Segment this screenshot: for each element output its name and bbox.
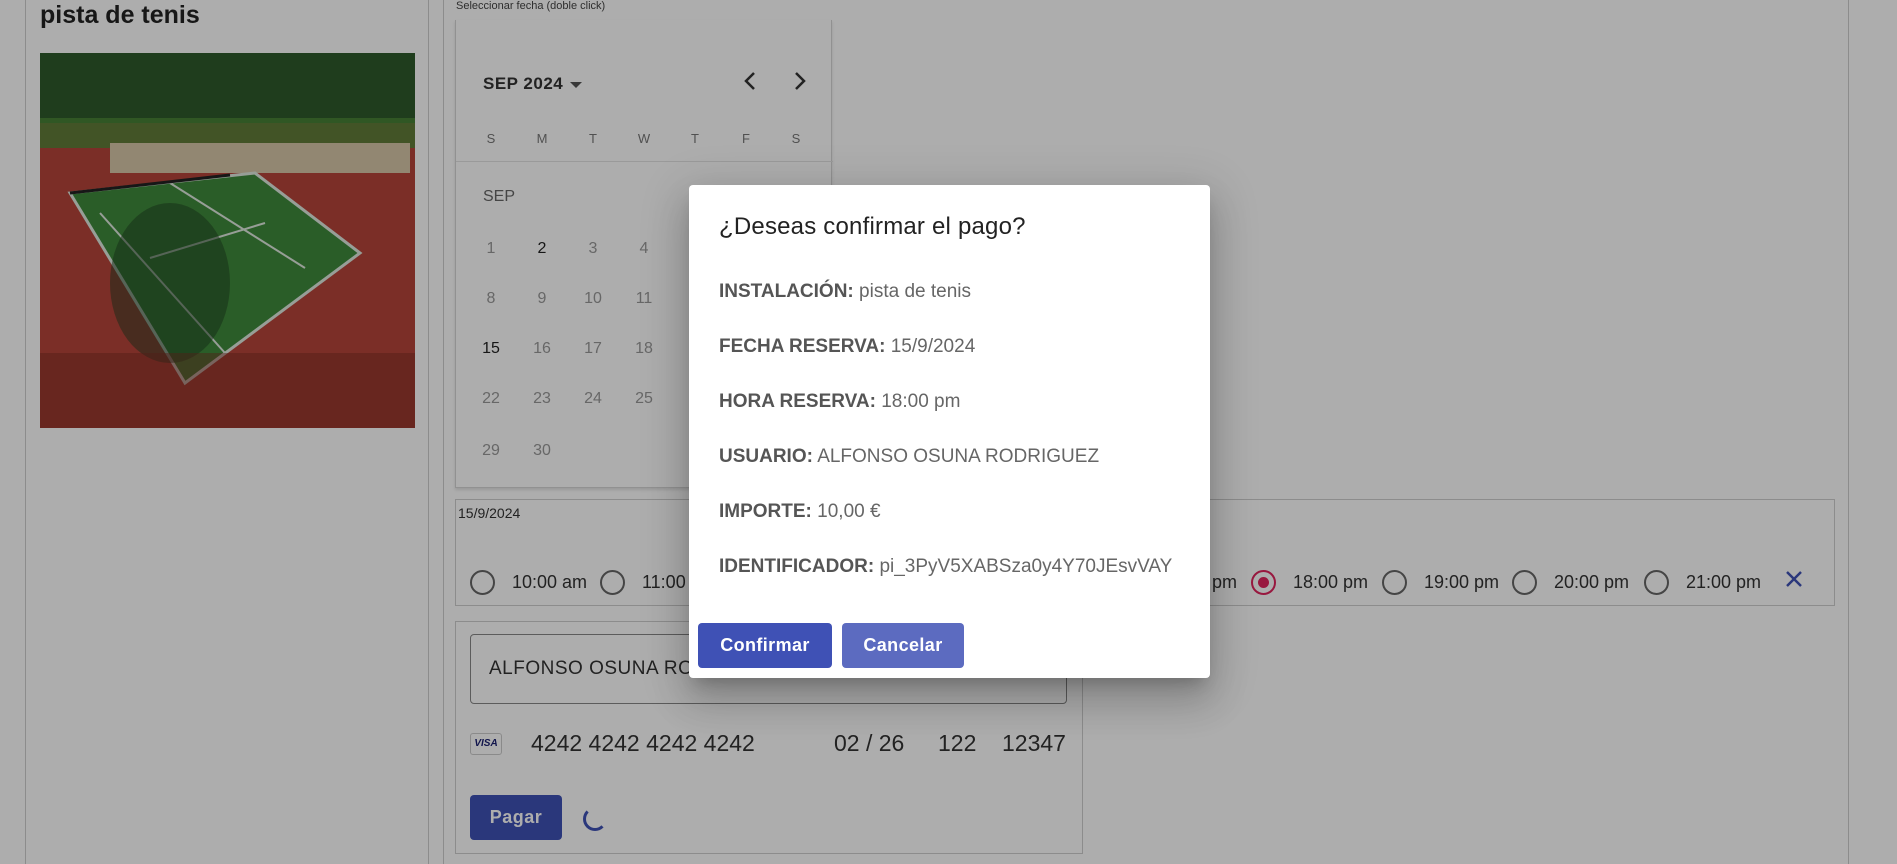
info-label: USUARIO: — [719, 446, 813, 467]
info-user: USUARIO: ALFONSO OSUNA RODRIGUEZ — [719, 446, 1099, 468]
info-value: pista de tenis — [859, 281, 971, 302]
info-value: 15/9/2024 — [890, 336, 976, 357]
info-value: 10,00 € — [817, 501, 881, 522]
confirm-payment-dialog: ¿Deseas confirmar el pago? INSTALACIÓN: … — [689, 185, 1210, 678]
info-label: IDENTIFICADOR: — [719, 556, 875, 577]
confirm-button[interactable]: Confirmar — [698, 623, 832, 668]
info-time: HORA RESERVA: 18:00 pm — [719, 391, 960, 413]
dialog-title: ¿Deseas confirmar el pago? — [719, 213, 1026, 240]
info-facility: INSTALACIÓN: pista de tenis — [719, 281, 971, 303]
info-label: IMPORTE: — [719, 501, 812, 522]
info-label: FECHA RESERVA: — [719, 336, 886, 357]
cancel-button[interactable]: Cancelar — [842, 623, 964, 668]
info-value: ALFONSO OSUNA RODRIGUEZ — [817, 446, 1100, 467]
info-date: FECHA RESERVA: 15/9/2024 — [719, 336, 975, 358]
info-label: INSTALACIÓN: — [719, 281, 854, 302]
info-value: 18:00 pm — [881, 391, 961, 412]
info-amount: IMPORTE: 10,00 € — [719, 501, 881, 523]
info-identifier: IDENTIFICADOR: pi_3PyV5XABSza0y4Y70JEsvV… — [719, 556, 1172, 578]
info-label: HORA RESERVA: — [719, 391, 876, 412]
info-value: pi_3PyV5XABSza0y4Y70JEsvVAY — [879, 556, 1173, 577]
